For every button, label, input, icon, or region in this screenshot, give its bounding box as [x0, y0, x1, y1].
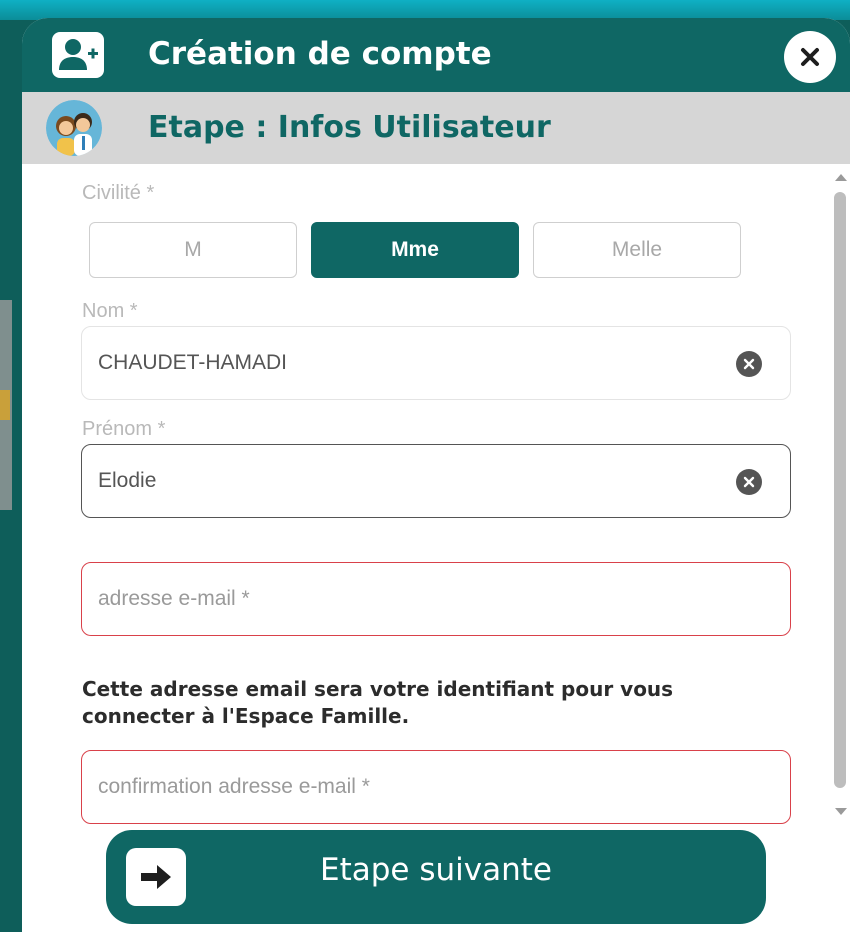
prenom-label: Prénom * — [82, 418, 166, 440]
close-icon — [801, 48, 819, 66]
nom-value: CHAUDET-HAMADI — [98, 351, 288, 374]
scroll-thumb[interactable] — [834, 192, 846, 788]
form-content: Civilité * M Mme Melle Nom * CHAUDET-HAM… — [22, 164, 830, 932]
background-top — [0, 0, 850, 20]
close-button[interactable] — [784, 31, 836, 83]
scrollbar[interactable] — [830, 164, 850, 824]
prenom-field[interactable]: Elodie — [81, 444, 791, 518]
email-field[interactable]: adresse e-mail * — [81, 562, 791, 636]
email-notice: Cette adresse email sera votre identifia… — [82, 677, 674, 728]
email-confirm-field[interactable]: confirmation adresse e-mail * — [81, 750, 791, 824]
add-user-icon — [52, 32, 104, 78]
civility-label: Civilité * — [82, 182, 155, 204]
civility-option-mme[interactable]: Mme — [311, 222, 519, 278]
scroll-down-arrow-icon[interactable] — [835, 808, 847, 815]
nom-label: Nom * — [82, 300, 138, 322]
civility-option-melle[interactable]: Melle — [533, 222, 741, 278]
scroll-up-arrow-icon[interactable] — [835, 174, 847, 181]
account-creation-dialog: Création de compte Etape : Infos Utilisa… — [22, 18, 850, 932]
dialog-titlebar: Création de compte — [22, 18, 850, 92]
email-placeholder: adresse e-mail * — [98, 587, 250, 610]
email-confirm-placeholder: confirmation adresse e-mail * — [98, 775, 370, 798]
next-step-label: Etape suivante — [320, 852, 552, 888]
nom-field[interactable]: CHAUDET-HAMADI — [81, 326, 791, 400]
step-title: Etape : Infos Utilisateur — [148, 110, 551, 145]
clear-prenom-icon[interactable] — [736, 469, 762, 495]
dialog-title: Création de compte — [148, 36, 492, 72]
prenom-value: Elodie — [98, 469, 157, 492]
clear-nom-icon[interactable] — [736, 351, 762, 377]
background-strip-accent — [0, 390, 10, 420]
family-avatar-icon — [46, 100, 102, 156]
step-header: Etape : Infos Utilisateur — [22, 92, 850, 164]
next-step-button[interactable]: Etape suivante — [106, 830, 766, 924]
civility-option-m[interactable]: M — [89, 222, 297, 278]
